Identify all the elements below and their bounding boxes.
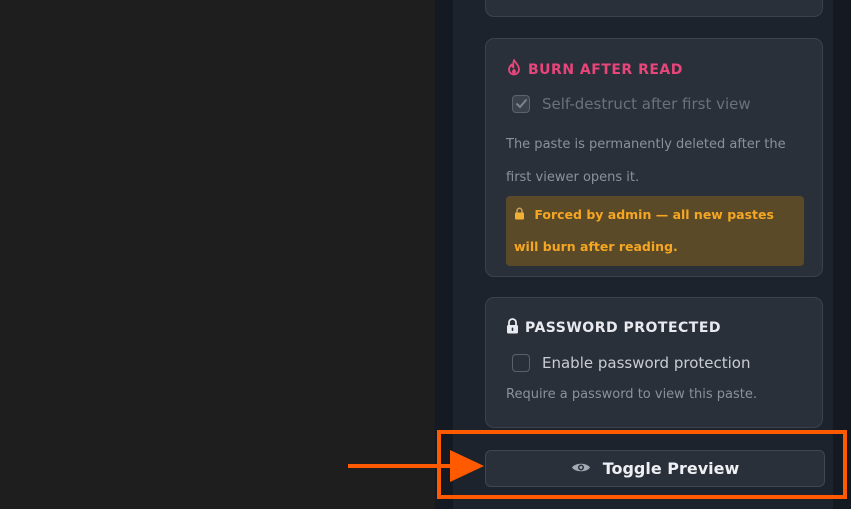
password-title: PASSWORD PROTECTED <box>506 318 721 338</box>
password-checkbox[interactable] <box>512 354 530 372</box>
admin-notice-text: Forced by admin — all new pastes will bu… <box>514 207 774 254</box>
self-destruct-checkbox[interactable] <box>512 95 530 113</box>
checkmark-icon <box>515 95 528 113</box>
self-destruct-option: Self-destruct after first view <box>512 95 751 113</box>
password-description: Require a password to view this paste. <box>506 387 758 402</box>
admin-notice: Forced by admin — all new pastes will bu… <box>506 196 804 266</box>
password-option: Enable password protection <box>512 354 750 372</box>
lock-icon <box>514 207 534 222</box>
password-protected-card: PASSWORD PROTECTED Enable password prote… <box>485 297 823 428</box>
padlock-icon <box>506 318 519 338</box>
arrow-head <box>450 450 484 482</box>
highlight-box <box>437 430 847 499</box>
burn-after-read-card: BURN AFTER READ Self-destruct after firs… <box>485 38 823 277</box>
previous-section-card <box>485 0 823 17</box>
flame-icon <box>506 59 522 80</box>
burn-title: BURN AFTER READ <box>506 59 683 80</box>
burn-description: The paste is permanently deleted after t… <box>506 137 786 185</box>
self-destruct-label: Self-destruct after first view <box>542 95 751 113</box>
password-option-label: Enable password protection <box>542 354 751 372</box>
arrow-shaft <box>348 464 458 468</box>
